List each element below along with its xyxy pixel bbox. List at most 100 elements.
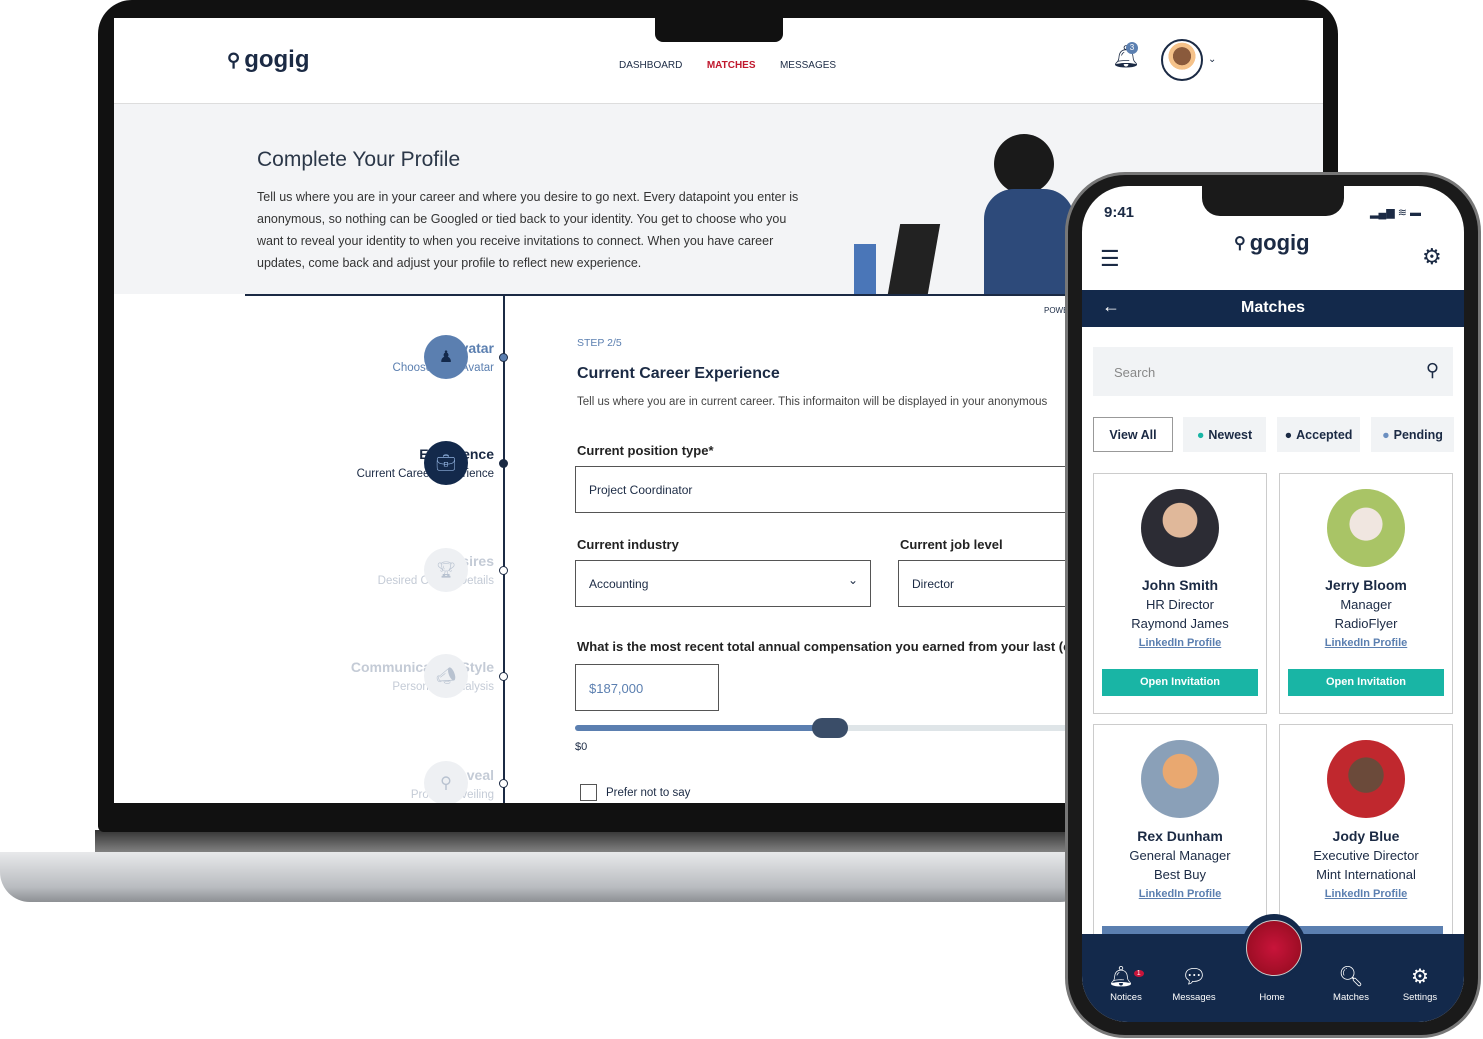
phone-screen: 9:41 ▂▄▆ ≋ ▬ ⚲ gogig ☰ ⚙ ← Matches Search… bbox=[1082, 186, 1464, 1022]
dot-icon: ● bbox=[1196, 427, 1205, 442]
tab-home[interactable]: Home bbox=[1242, 964, 1302, 1003]
laptop-base bbox=[0, 852, 1090, 902]
match-company: Mint International bbox=[1316, 867, 1416, 882]
open-invitation-button[interactable]: Open Invitation bbox=[1288, 669, 1444, 696]
avatar bbox=[1327, 489, 1405, 567]
timeline-line bbox=[503, 295, 505, 803]
gear-icon: ⚙ bbox=[1411, 966, 1429, 988]
position-label: Current position type* bbox=[577, 443, 714, 458]
pin-icon[interactable]: ⚲ bbox=[424, 761, 468, 803]
match-name: Jody Blue bbox=[1332, 828, 1400, 844]
match-company: Raymond James bbox=[1131, 616, 1229, 631]
tab-label: Home bbox=[1259, 992, 1285, 1003]
tab-label: Matches bbox=[1333, 992, 1369, 1003]
open-invitation-button[interactable]: Open Invitation bbox=[1102, 669, 1258, 696]
tab-label: Notices bbox=[1110, 992, 1142, 1003]
laptop-camera bbox=[655, 18, 783, 42]
tab-notices[interactable]: 🔔︎ 1 Notices bbox=[1096, 964, 1156, 1003]
chevron-down-icon: ⌄ bbox=[847, 573, 858, 587]
nav-matches[interactable]: MATCHES bbox=[707, 60, 756, 71]
screen-title: Matches bbox=[1240, 299, 1306, 316]
gear-icon[interactable]: ⚙ bbox=[1422, 244, 1442, 270]
tab-messages[interactable]: 💬︎ Messages bbox=[1164, 964, 1224, 1003]
industry-value: Accounting bbox=[589, 577, 649, 591]
matches-bar: ← Matches bbox=[1082, 290, 1464, 327]
linkedin-link[interactable]: LinkedIn Profile bbox=[1280, 888, 1452, 900]
dot-icon: ● bbox=[1382, 427, 1390, 442]
nav-messages[interactable]: MESSAGES bbox=[780, 60, 836, 71]
briefcase-icon[interactable]: 💼︎ bbox=[424, 441, 468, 485]
industry-label: Current industry bbox=[577, 537, 679, 552]
signal-wifi-battery-icon: ▂▄▆ ≋ ▬ bbox=[1370, 207, 1422, 219]
filter-label: Newest bbox=[1208, 427, 1253, 442]
compensation-slider[interactable] bbox=[575, 718, 1075, 738]
match-card[interactable]: Jerry Bloom Manager RadioFlyer LinkedIn … bbox=[1279, 473, 1453, 714]
chess-pawn-icon[interactable]: ♟ bbox=[424, 335, 468, 379]
tab-label: Messages bbox=[1172, 992, 1216, 1003]
compensation-input[interactable]: $187,000 bbox=[575, 664, 719, 711]
laptop-hinge bbox=[95, 830, 1095, 854]
match-role: General Manager bbox=[1129, 848, 1231, 863]
avatar bbox=[1327, 740, 1405, 818]
avatar bbox=[1141, 740, 1219, 818]
bell-icon[interactable]: 🔔︎ 3 bbox=[1112, 42, 1140, 70]
phone-logo: ⚲ gogig bbox=[1234, 230, 1310, 256]
filter-label: View All bbox=[1109, 427, 1157, 442]
slider-min: $0 bbox=[575, 741, 588, 753]
illustration-person-laptop bbox=[854, 134, 1074, 294]
hamburger-menu-icon[interactable]: ☰ bbox=[1100, 246, 1120, 272]
timeline-dot bbox=[499, 459, 508, 468]
match-role: Executive Director bbox=[1313, 848, 1419, 863]
level-label: Current job level bbox=[900, 537, 1003, 552]
prefer-not-checkbox[interactable] bbox=[580, 784, 597, 801]
phone-notch bbox=[1202, 186, 1344, 216]
pin-icon: ⚲ bbox=[1234, 235, 1246, 252]
search-pin-icon[interactable]: ⚲ bbox=[1426, 360, 1439, 381]
compensation-label: What is the most recent total annual com… bbox=[577, 639, 1077, 654]
notice-badge: 1 bbox=[1133, 970, 1144, 978]
search-placeholder: Search bbox=[1114, 365, 1156, 380]
match-name: John Smith bbox=[1141, 577, 1219, 593]
filter-newest[interactable]: ● Newest bbox=[1183, 417, 1266, 452]
nav-dashboard[interactable]: DASHBOARD bbox=[619, 60, 682, 71]
linkedin-link[interactable]: LinkedIn Profile bbox=[1280, 637, 1452, 649]
form-title: Current Career Experience bbox=[577, 365, 780, 382]
position-input[interactable]: Project Coordinator bbox=[575, 466, 1075, 513]
filter-view-all[interactable]: View All bbox=[1093, 417, 1173, 452]
slider-fill bbox=[575, 725, 830, 731]
prefer-not-label: Prefer not to say bbox=[606, 787, 691, 799]
status-time: 9:41 bbox=[1104, 204, 1135, 221]
timeline-dot bbox=[499, 779, 508, 788]
match-card[interactable]: John Smith HR Director Raymond James Lin… bbox=[1093, 473, 1267, 714]
megaphone-icon[interactable]: 📣︎ bbox=[424, 654, 468, 698]
filter-label: Pending bbox=[1393, 427, 1443, 442]
chat-bubble-icon: 💬︎ bbox=[1181, 966, 1207, 988]
filter-pending[interactable]: ● Pending bbox=[1371, 417, 1454, 452]
trophy-icon[interactable]: 🏆︎ bbox=[424, 548, 468, 592]
tab-settings[interactable]: ⚙ Settings bbox=[1390, 964, 1450, 1003]
linkedin-link[interactable]: LinkedIn Profile bbox=[1094, 888, 1266, 900]
search-input[interactable]: Search ⚲ bbox=[1093, 347, 1453, 396]
match-company: Best Buy bbox=[1153, 867, 1207, 882]
industry-select[interactable]: Accounting ⌄ bbox=[575, 560, 871, 607]
match-company: RadioFlyer bbox=[1334, 616, 1398, 631]
notification-badge: 3 bbox=[1126, 42, 1138, 54]
step-indicator: STEP 2/5 bbox=[577, 337, 622, 349]
form-description: Tell us where you are in current career.… bbox=[577, 396, 1048, 408]
dot-icon: ● bbox=[1284, 427, 1293, 442]
match-name: Jerry Bloom bbox=[1325, 577, 1407, 593]
tab-matches[interactable]: 🔍︎ Matches bbox=[1321, 964, 1381, 1003]
filter-accepted[interactable]: ● Accepted bbox=[1277, 417, 1360, 452]
avatar bbox=[1141, 489, 1219, 567]
match-name: Rex Dunham bbox=[1137, 828, 1223, 844]
logo-text: gogig bbox=[1249, 230, 1310, 255]
timeline-dot bbox=[499, 353, 508, 362]
tab-label: Settings bbox=[1402, 992, 1438, 1003]
chevron-down-icon[interactable]: ⌄ bbox=[1208, 54, 1216, 65]
main-nav: DASHBOARD MATCHES MESSAGES bbox=[619, 55, 856, 73]
slider-thumb[interactable] bbox=[812, 718, 848, 738]
match-role: HR Director bbox=[1146, 597, 1214, 612]
linkedin-link[interactable]: LinkedIn Profile bbox=[1094, 637, 1266, 649]
user-avatar[interactable] bbox=[1161, 39, 1203, 81]
